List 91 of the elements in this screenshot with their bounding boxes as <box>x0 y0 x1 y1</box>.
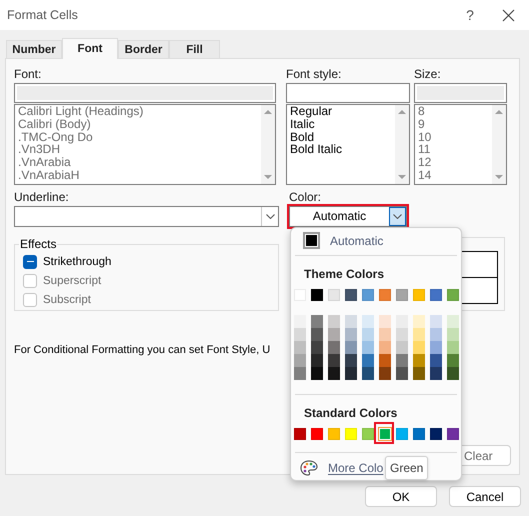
field-label: Color: <box>289 190 322 205</box>
section-heading: Theme Colors <box>303 267 384 281</box>
tab[interactable]: Font <box>62 38 118 59</box>
color-swatch[interactable] <box>379 315 391 328</box>
color-swatch[interactable] <box>345 315 357 328</box>
color-swatch[interactable] <box>413 315 425 328</box>
scrollbar[interactable] <box>395 105 409 184</box>
color-swatch[interactable] <box>362 354 374 367</box>
color-swatch[interactable] <box>379 367 391 380</box>
color-swatch[interactable] <box>294 354 306 367</box>
field-label: Font: <box>14 67 42 82</box>
color-swatch[interactable] <box>430 354 442 367</box>
dialog-button[interactable]: OK <box>365 486 437 507</box>
tab[interactable]: Border <box>118 40 169 58</box>
checkbox-label: Strikethrough <box>43 256 112 268</box>
dialog-button[interactable]: Cancel <box>449 486 521 507</box>
color-swatch[interactable] <box>328 315 340 328</box>
color-swatch[interactable] <box>430 328 442 341</box>
color-swatch[interactable] <box>311 315 323 328</box>
color-swatch[interactable] <box>430 315 442 328</box>
palette-icon <box>300 460 318 476</box>
scrollbar[interactable] <box>492 105 506 184</box>
list-item[interactable]: Italic <box>290 118 315 131</box>
checkbox-label: Superscript <box>43 274 102 286</box>
color-swatch[interactable] <box>379 354 391 367</box>
color-swatch[interactable] <box>294 315 306 328</box>
field-label: Underline: <box>14 190 69 205</box>
color-swatch[interactable] <box>413 354 425 367</box>
dropdown-field[interactable] <box>14 206 279 227</box>
color-swatch[interactable] <box>328 328 340 341</box>
color-swatch[interactable] <box>362 341 374 354</box>
color-swatch[interactable] <box>362 315 374 328</box>
color-swatch[interactable] <box>328 341 340 354</box>
color-swatch[interactable] <box>413 367 425 380</box>
menu-item[interactable]: Automatic <box>330 234 384 248</box>
color-swatch[interactable] <box>311 328 323 341</box>
color-swatch[interactable] <box>447 354 459 367</box>
color-swatch[interactable] <box>430 367 442 380</box>
tab[interactable]: Fill <box>169 40 220 58</box>
color-swatch[interactable] <box>294 367 306 380</box>
color-swatch[interactable] <box>362 328 374 341</box>
color-swatch[interactable] <box>345 328 357 341</box>
color-swatch[interactable] <box>345 341 357 354</box>
group-title: Effects <box>19 237 58 251</box>
color-swatch[interactable] <box>413 328 425 341</box>
color-swatch[interactable] <box>447 341 459 354</box>
color-swatch[interactable] <box>430 341 442 354</box>
color-swatch[interactable] <box>396 354 408 367</box>
list-box[interactable]: Regular Italic Bold Bold Italic <box>286 104 410 185</box>
tab[interactable]: Number <box>6 40 62 58</box>
color-swatch[interactable] <box>396 328 408 341</box>
color-swatch[interactable] <box>328 354 340 367</box>
color-swatch[interactable] <box>345 354 357 367</box>
color-swatch[interactable] <box>447 315 459 328</box>
color-swatch[interactable] <box>345 367 357 380</box>
close-icon[interactable] <box>502 8 515 22</box>
checkbox[interactable] <box>23 254 37 268</box>
checkbox-label: Subscript <box>43 294 91 306</box>
color-swatch[interactable] <box>303 232 320 249</box>
color-swatch[interactable] <box>447 328 459 341</box>
color-swatch[interactable] <box>396 315 408 328</box>
list-item[interactable]: Bold Italic <box>290 143 342 156</box>
color-swatch[interactable] <box>294 341 306 354</box>
color-swatch[interactable] <box>294 328 306 341</box>
color-swatch[interactable] <box>396 367 408 380</box>
color-swatch[interactable] <box>379 341 391 354</box>
color-swatch[interactable] <box>362 367 374 380</box>
info-text: For Conditional Formatting you can set Font Style, U <box>14 344 270 356</box>
list-item[interactable]: Regular <box>290 105 332 118</box>
input-field[interactable] <box>286 83 410 103</box>
color-dropdown[interactable]: Automatic <box>289 206 407 227</box>
scrollbar[interactable] <box>261 105 275 184</box>
color-swatch[interactable] <box>311 354 323 367</box>
field-label: Font style: <box>286 67 342 82</box>
section-heading: Standard Colors <box>303 406 398 420</box>
color-swatch[interactable] <box>311 367 323 380</box>
color-swatch[interactable] <box>379 328 391 341</box>
list-item[interactable]: Bold <box>290 130 314 144</box>
chevron-icon[interactable] <box>393 214 402 219</box>
tooltip: Green <box>385 456 428 480</box>
color-swatch[interactable] <box>328 367 340 380</box>
help-button[interactable]: ? <box>460 7 480 23</box>
field-label: Size: <box>414 67 441 82</box>
color-swatch[interactable] <box>447 367 459 380</box>
window-title: Format Cells <box>7 8 79 22</box>
color-swatch[interactable] <box>413 341 425 354</box>
color-swatch[interactable] <box>396 341 408 354</box>
chevron-icon[interactable] <box>266 214 274 219</box>
clear-button[interactable]: Clear <box>462 445 511 466</box>
more-colors-link[interactable]: More Colo <box>328 460 384 474</box>
color-swatch[interactable] <box>311 341 323 354</box>
